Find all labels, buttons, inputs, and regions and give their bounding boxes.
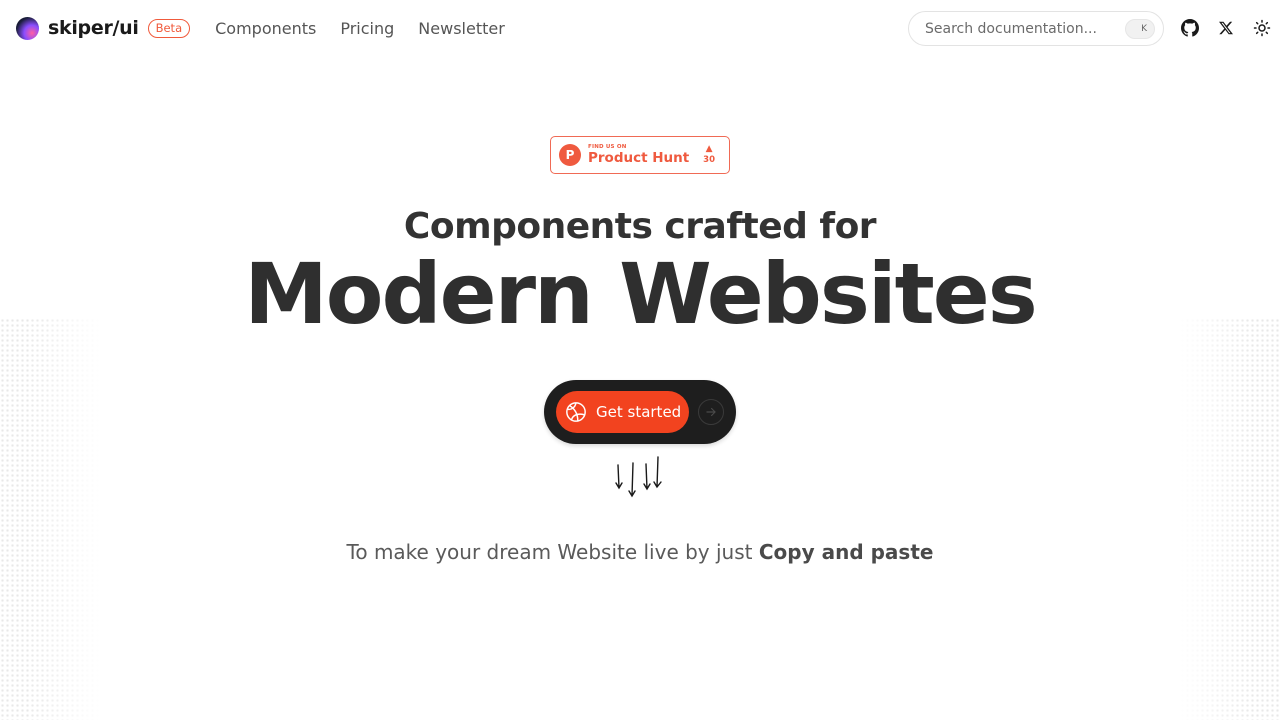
cta-container: Get started — [544, 380, 736, 444]
main-nav: Components Pricing Newsletter — [215, 19, 505, 38]
product-hunt-badge[interactable]: P FIND US ON Product Hunt ▲ 30 — [550, 136, 730, 174]
globe-icon — [565, 401, 587, 423]
sun-icon[interactable] — [1251, 17, 1273, 39]
hero-subtitle: Components crafted for — [403, 206, 877, 247]
dotted-pattern-left — [0, 318, 100, 720]
nav-components-link[interactable]: Components — [215, 19, 316, 38]
logo-icon[interactable] — [16, 16, 39, 40]
logo-text[interactable]: skiper/ui — [48, 17, 139, 39]
arrow-right-icon[interactable] — [698, 399, 724, 425]
nav-newsletter-link[interactable]: Newsletter — [418, 19, 505, 38]
search-shortcut-key: K — [1125, 18, 1155, 39]
search-input[interactable] — [925, 20, 1125, 37]
tagline-text: To make your dream Website live by just — [346, 540, 759, 564]
x-icon[interactable] — [1215, 17, 1237, 39]
hand-drawn-arrows-icon — [615, 456, 662, 498]
nav-pricing-link[interactable]: Pricing — [340, 19, 394, 38]
vote-count: 30 — [703, 155, 715, 166]
tagline: To make your dream Website live by just … — [0, 540, 1280, 564]
dotted-pattern-right — [1180, 318, 1280, 720]
tagline-emphasis: Copy and paste — [758, 540, 934, 564]
github-icon[interactable] — [1179, 17, 1201, 39]
get-started-label: Get started — [596, 403, 682, 421]
product-hunt-logo-icon: P — [559, 144, 581, 166]
product-hunt-name: Product Hunt — [588, 150, 690, 166]
top-navbar: skiper/ui Beta Components Pricing Newsle… — [0, 0, 1280, 56]
product-hunt-votes: ▲ 30 — [703, 145, 715, 165]
hero-title: Modern Websites — [244, 245, 1038, 343]
beta-badge: Beta — [147, 18, 191, 38]
upvote-arrow-icon: ▲ — [705, 144, 713, 155]
search-box[interactable]: K — [908, 11, 1164, 46]
product-hunt-text: FIND US ON Product Hunt — [588, 144, 690, 166]
get-started-button[interactable]: Get started — [556, 391, 689, 433]
